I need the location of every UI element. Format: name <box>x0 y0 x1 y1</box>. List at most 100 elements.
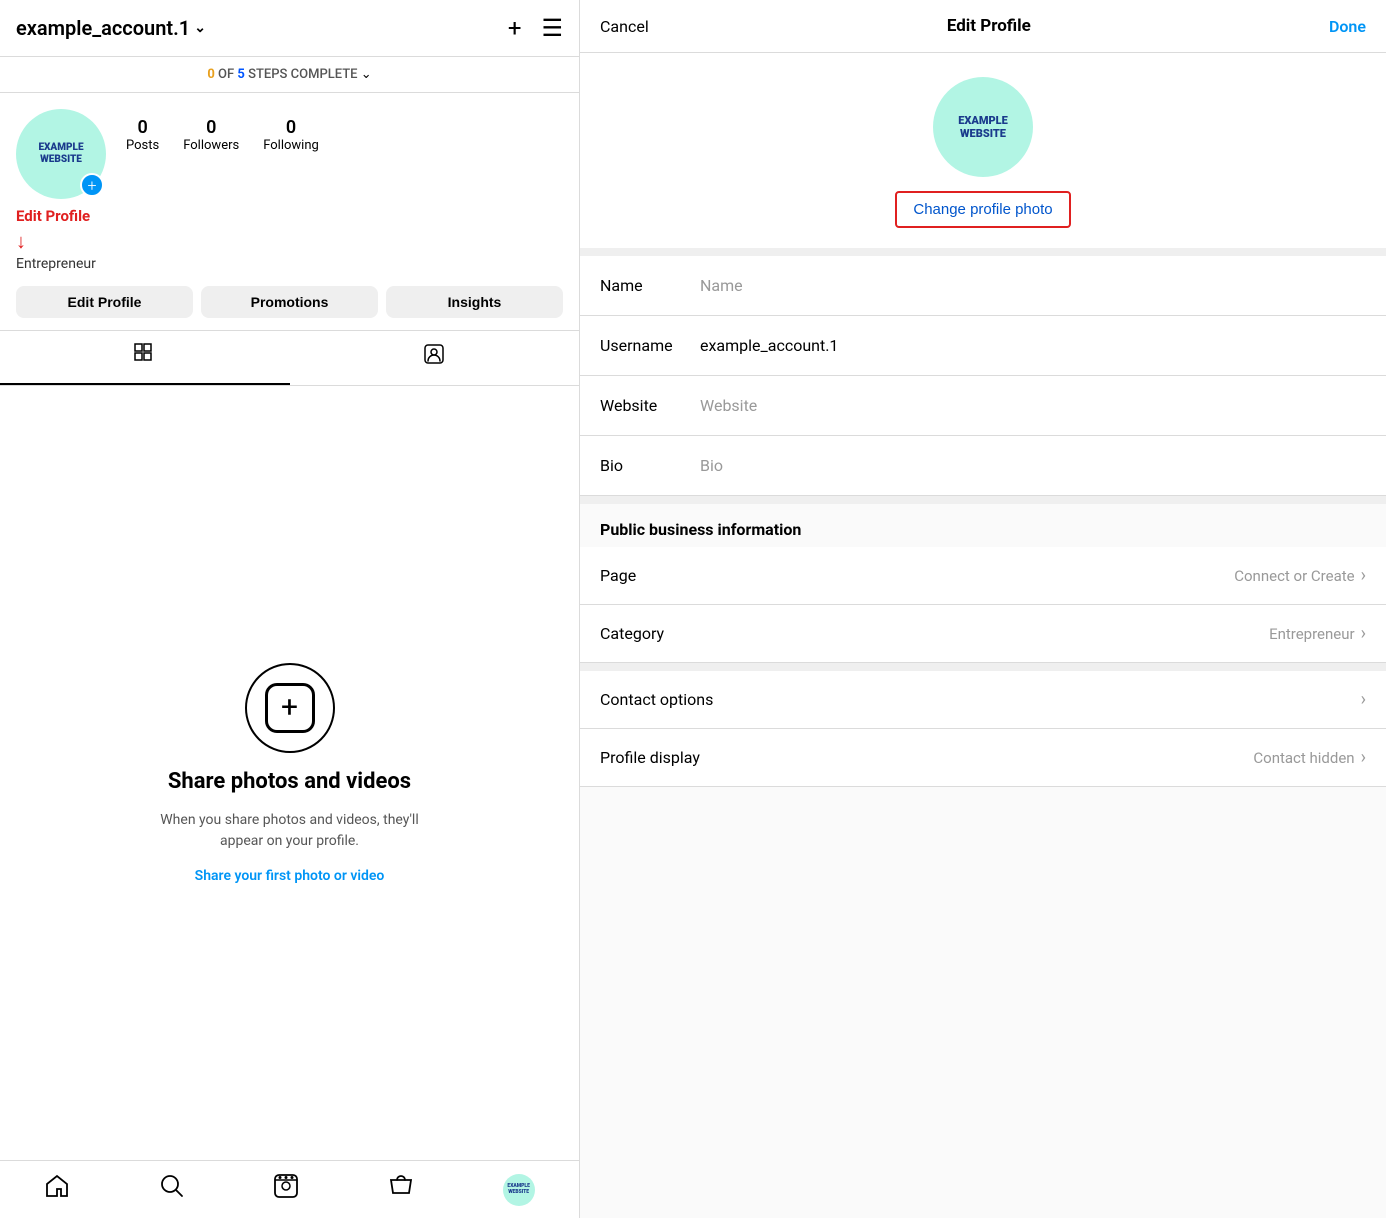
profile-section: EXAMPLE WEBSITE + 0 Posts 0 Followers 0 … <box>0 93 579 207</box>
category-row-right: Entrepreneur › <box>1269 623 1366 644</box>
right-avatar-text: EXAMPLE WEBSITE <box>958 114 1008 140</box>
right-avatar-line1: EXAMPLE <box>958 114 1008 127</box>
right-panel: Cancel Edit Profile Done EXAMPLE WEBSITE… <box>580 0 1386 1218</box>
tagged-icon <box>423 343 445 371</box>
shop-icon[interactable] <box>388 1173 414 1206</box>
empty-desc: When you share photos and videos, they'l… <box>140 810 440 852</box>
done-button[interactable]: Done <box>1329 17 1366 36</box>
bio-input[interactable]: Bio <box>700 456 1366 475</box>
profile-display-row[interactable]: Profile display Contact hidden › <box>580 729 1386 787</box>
followers-count: 0 <box>206 117 216 138</box>
right-avatar-line2: WEBSITE <box>960 127 1006 140</box>
contact-options-chevron-icon: › <box>1361 689 1366 710</box>
avatar-plus-button[interactable]: + <box>80 173 104 197</box>
home-icon[interactable] <box>44 1173 70 1206</box>
left-panel: example_account.1 ⌄ + ☰ 0 OF 5 STEPS COM… <box>0 0 580 1218</box>
cancel-button[interactable]: Cancel <box>600 17 649 36</box>
public-business-header: Public business information <box>580 504 1386 547</box>
profile-photo-section: EXAMPLE WEBSITE Change profile photo <box>580 53 1386 256</box>
bio-label: Bio <box>600 456 700 475</box>
account-name[interactable]: example_account.1 ⌄ <box>16 16 206 40</box>
category-value: Entrepreneur <box>1269 625 1355 643</box>
change-photo-button[interactable]: Change profile photo <box>895 191 1070 228</box>
bio-text: Entrepreneur <box>0 254 579 282</box>
posts-label: Posts <box>126 138 159 153</box>
avatar-line2: WEBSITE <box>40 154 82 165</box>
steps-num: 0 <box>207 67 214 82</box>
section-title: Public business information <box>600 520 801 539</box>
following-count: 0 <box>286 117 296 138</box>
website-label: Website <box>600 396 700 415</box>
website-row[interactable]: Website Website <box>580 376 1386 436</box>
tab-tagged[interactable] <box>290 331 580 385</box>
share-link[interactable]: Share your first photo or video <box>195 868 385 884</box>
menu-icon[interactable]: ☰ <box>541 14 563 42</box>
profile-display-value: Contact hidden <box>1253 749 1354 767</box>
bio-row[interactable]: Bio Bio <box>580 436 1386 496</box>
profile-display-right: Contact hidden › <box>1253 747 1366 768</box>
name-label: Name <box>600 276 700 295</box>
page-label: Page <box>600 566 636 585</box>
add-icon[interactable]: + <box>508 14 522 42</box>
reels-icon[interactable] <box>273 1173 299 1206</box>
username-row[interactable]: Username example_account.1 <box>580 316 1386 376</box>
contact-options-label: Contact options <box>600 690 713 709</box>
name-input[interactable]: Name <box>700 276 1366 295</box>
steps-banner[interactable]: 0 OF 5 STEPS COMPLETE ⌄ <box>0 57 579 93</box>
contact-options-right: › <box>1361 689 1366 710</box>
stat-following: 0 Following <box>263 117 319 153</box>
steps-total: 5 <box>237 67 244 82</box>
website-input[interactable]: Website <box>700 396 1366 415</box>
tab-bar <box>0 330 579 386</box>
edit-profile-title: Edit Profile <box>947 16 1031 36</box>
search-icon[interactable] <box>159 1173 185 1206</box>
steps-complete-label: STEPS COMPLETE <box>248 67 361 82</box>
section-separator-1 <box>580 496 1386 504</box>
insights-button[interactable]: Insights <box>386 286 563 318</box>
page-chevron-icon: › <box>1361 565 1366 586</box>
following-label: Following <box>263 138 319 153</box>
username-value[interactable]: example_account.1 <box>700 336 1366 355</box>
right-avatar: EXAMPLE WEBSITE <box>933 77 1033 177</box>
edit-profile-callout: Edit Profile <box>0 207 579 229</box>
stat-posts: 0 Posts <box>126 117 159 153</box>
edit-profile-button[interactable]: Edit Profile <box>16 286 193 318</box>
empty-title: Share photos and videos <box>168 769 411 794</box>
bottom-nav: EXAMPLEWEBSITE <box>0 1160 579 1218</box>
stats-row: 0 Posts 0 Followers 0 Following <box>126 109 563 153</box>
tab-grid[interactable] <box>0 331 290 385</box>
empty-content: + Share photos and videos When you share… <box>0 386 579 1160</box>
section-separator-2 <box>580 663 1386 671</box>
profile-nav-icon[interactable]: EXAMPLEWEBSITE <box>503 1174 535 1206</box>
category-label: Category <box>600 624 664 643</box>
page-value: Connect or Create <box>1234 567 1354 585</box>
steps-chevron-icon: ⌄ <box>361 67 372 82</box>
profile-display-label: Profile display <box>600 748 700 767</box>
avatar-text: EXAMPLE WEBSITE <box>38 142 83 166</box>
name-row[interactable]: Name Name <box>580 256 1386 316</box>
steps-of-label: OF <box>218 67 237 82</box>
page-row-right: Connect or Create › <box>1234 565 1366 586</box>
left-header: example_account.1 ⌄ + ☰ <box>0 0 579 57</box>
followers-label: Followers <box>183 138 239 153</box>
avatar-wrap: EXAMPLE WEBSITE + <box>16 109 106 199</box>
username-label: Username <box>600 336 700 355</box>
header-icons: + ☰ <box>508 14 563 42</box>
account-name-text: example_account.1 <box>16 16 190 40</box>
right-header: Cancel Edit Profile Done <box>580 0 1386 53</box>
add-photo-circle[interactable]: + <box>245 663 335 753</box>
grid-icon <box>134 343 156 371</box>
add-photo-icon: + <box>265 683 315 733</box>
avatar-line1: EXAMPLE <box>38 142 83 153</box>
action-buttons: Edit Profile Promotions Insights <box>0 282 579 330</box>
stat-followers: 0 Followers <box>183 117 239 153</box>
posts-count: 0 <box>137 117 147 138</box>
contact-options-row[interactable]: Contact options › <box>580 671 1386 729</box>
arrow-down-icon: ↓ <box>0 229 579 254</box>
promotions-button[interactable]: Promotions <box>201 286 378 318</box>
account-chevron-icon: ⌄ <box>194 20 206 36</box>
profile-display-chevron-icon: › <box>1361 747 1366 768</box>
category-chevron-icon: › <box>1361 623 1366 644</box>
category-row[interactable]: Category Entrepreneur › <box>580 605 1386 663</box>
page-row[interactable]: Page Connect or Create › <box>580 547 1386 605</box>
